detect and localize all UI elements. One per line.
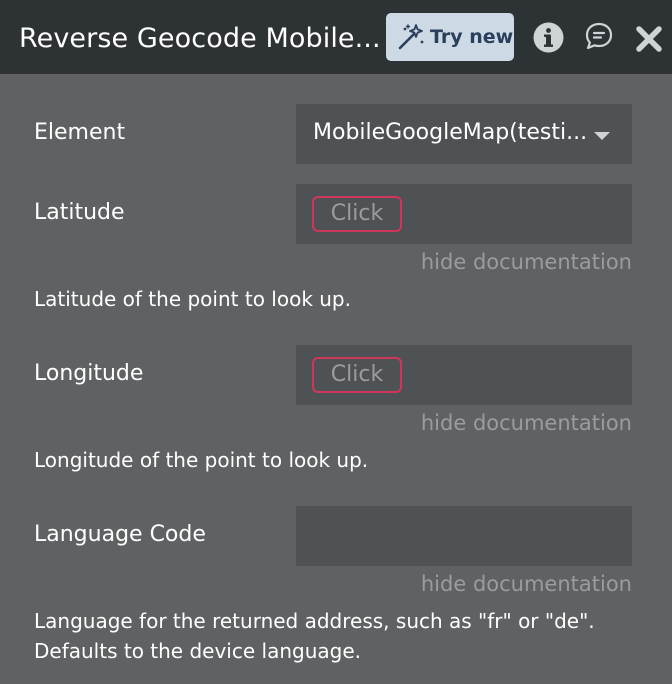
longitude-label: Longitude [34, 361, 144, 386]
language-code-field[interactable] [296, 506, 632, 566]
element-dropdown[interactable]: MobileGoogleMap(testi... [296, 104, 632, 164]
element-selected-value: MobileGoogleMap(testi... [313, 120, 588, 145]
latitude-field[interactable]: Click [296, 184, 632, 244]
dialog-header: Reverse Geocode Mobile... Try new [0, 0, 672, 74]
try-new-button[interactable]: Try new [386, 13, 514, 61]
dialog-title: Reverse Geocode Mobile... [19, 23, 381, 54]
language-documentation-line-2: Defaults to the device language. [34, 639, 361, 663]
latitude-hide-documentation-link[interactable]: hide documentation [421, 250, 632, 274]
latitude-documentation: Latitude of the point to look up. [34, 287, 351, 311]
longitude-documentation: Longitude of the point to look up. [34, 448, 369, 472]
longitude-click-button[interactable]: Click [312, 357, 402, 393]
magic-wand-icon [398, 24, 424, 50]
language-hide-documentation-link[interactable]: hide documentation [421, 572, 632, 596]
language-code-label: Language Code [34, 522, 206, 547]
language-documentation-line-1: Language for the returned address, such … [34, 609, 595, 633]
caret-down-icon [594, 132, 610, 140]
chat-icon[interactable] [585, 22, 613, 50]
longitude-hide-documentation-link[interactable]: hide documentation [421, 411, 632, 435]
latitude-click-button[interactable]: Click [312, 196, 402, 232]
element-label: Element [34, 120, 126, 145]
close-icon[interactable] [636, 26, 662, 52]
longitude-field[interactable]: Click [296, 345, 632, 405]
info-icon[interactable] [533, 22, 564, 53]
try-new-label: Try new [430, 26, 514, 48]
latitude-label: Latitude [34, 200, 125, 225]
